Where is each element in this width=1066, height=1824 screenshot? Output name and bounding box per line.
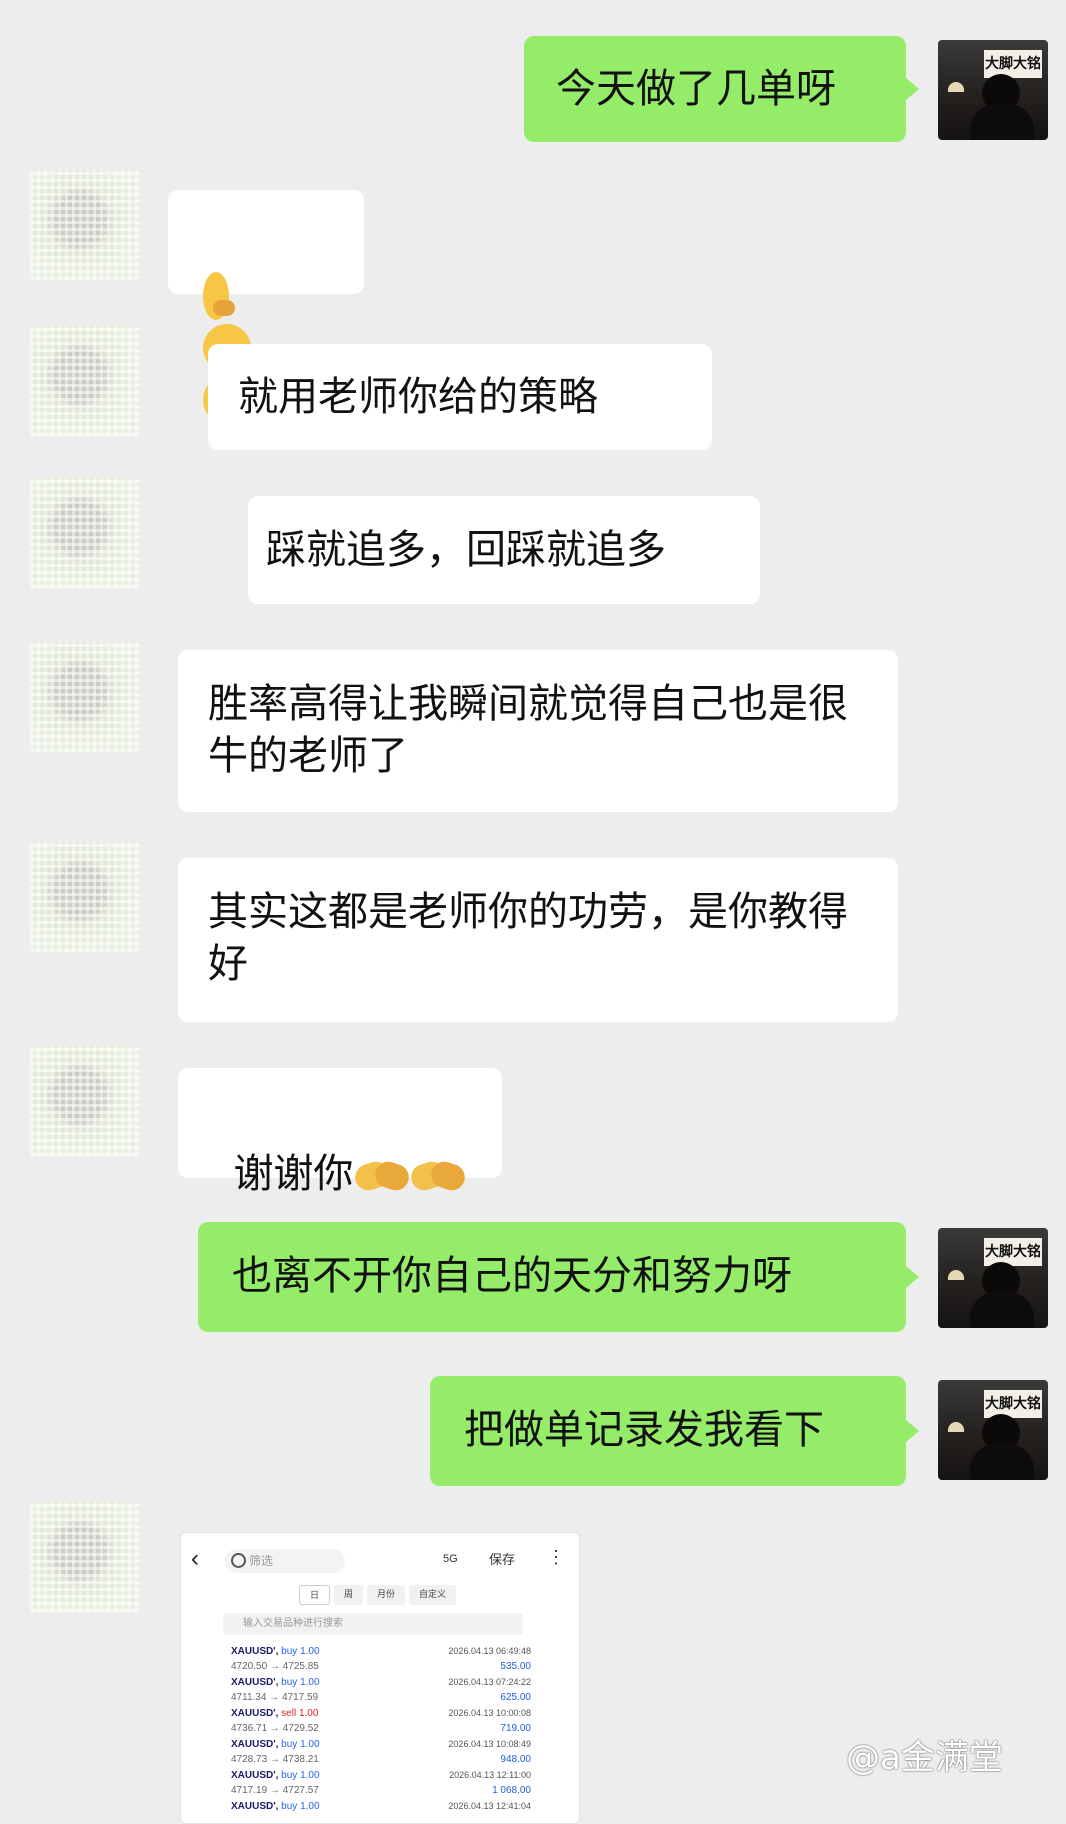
lamp (948, 1422, 964, 1432)
screenshot-topbar: ‹ 筛选 5G 保存 ⋮ (181, 1543, 579, 1579)
search-placeholder: 筛选 (249, 1554, 274, 1568)
screenshot-search: 筛选 (225, 1549, 345, 1573)
trade-profit: 1 068.00 (492, 1785, 531, 1796)
trade-symbol: XAUUSD', (231, 1677, 282, 1688)
more-icon: ⋮ (547, 1547, 565, 1567)
message-bubble-other[interactable]: 其实这都是老师你的功劳，是你教得好 (178, 858, 898, 1022)
avatar-sign: 大脚大铭 (984, 1238, 1042, 1266)
avatar-other[interactable] (30, 170, 140, 280)
trade-symbol: XAUUSD', (231, 1801, 282, 1812)
trade-profit: 719.00 (500, 1723, 531, 1734)
trade-profit: 535.00 (500, 1661, 531, 1672)
trade-side: buy 1.00 (281, 1646, 320, 1657)
trade-side: buy 1.00 (281, 1770, 320, 1781)
trade-prices: 4717.19 → 4727.57 (231, 1785, 319, 1796)
trade-row: XAUUSD', buy 1.00 2026.04.13 12:41:04 (231, 1800, 531, 1823)
message-bubble-other[interactable]: 谢谢你 (178, 1068, 502, 1197)
message-text: 谢谢你 (233, 1151, 354, 1197)
trade-symbol: XAUUSD', (231, 1739, 282, 1750)
trade-time: 2026.04.13 10:00:08 (448, 1708, 531, 1718)
lamp (948, 1270, 964, 1280)
lamp (948, 82, 964, 92)
trade-symbol: XAUUSD', (231, 1708, 282, 1719)
trade-time: 2026.04.13 12:11:00 (449, 1770, 531, 1780)
avatar-self[interactable]: 大脚大铭 (938, 40, 1048, 140)
trade-prices: 4720.50 → 4725.85 (231, 1661, 319, 1672)
trade-row: XAUUSD', buy 1.00 4720.50 → 4725.85 2026… (231, 1645, 531, 1676)
person-body (970, 104, 1034, 140)
message-bubble-other[interactable]: 就用老师你给的策略 (208, 344, 712, 450)
trade-side: buy 1.00 (281, 1677, 320, 1688)
screenshot-tabs: 日 周 月份 自定义 (299, 1585, 457, 1605)
signal-status: 5G (443, 1553, 458, 1565)
search-icon (231, 1553, 246, 1568)
person-body (970, 1444, 1034, 1480)
trade-side: buy 1.00 (281, 1739, 320, 1750)
trade-prices: 4728.73 → 4738.21 (231, 1754, 319, 1765)
trade-row: XAUUSD', buy 1.00 4711.34 → 4717.59 2026… (231, 1676, 531, 1707)
trade-row: XAUUSD', buy 1.00 4717.19 → 4727.57 2026… (231, 1769, 531, 1800)
trade-time: 2026.04.13 06:49:48 (448, 1646, 531, 1656)
trade-prices: 4736.71 → 4729.52 (231, 1723, 319, 1734)
trade-profit: 625.00 (500, 1692, 531, 1703)
avatar-self[interactable]: 大脚大铭 (938, 1228, 1048, 1328)
trade-time: 2026.04.13 10:08:49 (448, 1739, 531, 1749)
screenshot-filter: 输入交易品种进行搜索 (223, 1613, 523, 1635)
image-message-trade-history[interactable]: ‹ 筛选 5G 保存 ⋮ 日 周 月份 自定义 输入交易品种进行搜索 XAUUS… (180, 1532, 580, 1824)
avatar-other[interactable] (30, 642, 140, 752)
watermark: @a金满堂 (846, 1738, 1003, 1778)
trade-row: XAUUSD', sell 1.00 4736.71 → 4729.52 202… (231, 1707, 531, 1738)
bubble-tail (906, 1420, 919, 1442)
handshake-icon (408, 1157, 469, 1195)
tab-day: 日 (299, 1585, 331, 1605)
message-bubble-self[interactable]: 今天做了几单呀 (524, 36, 906, 142)
message-bubble-other[interactable]: 踩就追多，回踩就追多 (248, 496, 760, 604)
avatar-other[interactable] (30, 842, 140, 952)
avatar-other[interactable] (30, 1046, 140, 1156)
tab-custom: 自定义 (409, 1585, 457, 1605)
trade-profit: 948.00 (500, 1754, 531, 1765)
avatar-other[interactable] (30, 1502, 140, 1612)
message-bubble-emoji[interactable] (168, 190, 364, 424)
face-with-hand-over-mouth-icon (203, 272, 236, 320)
trade-prices: 4711.34 → 4717.59 (231, 1692, 319, 1703)
bubble-tail (906, 78, 919, 100)
trade-list: XAUUSD', buy 1.00 4720.50 → 4725.85 2026… (231, 1645, 531, 1823)
person-body (970, 1292, 1034, 1328)
chat-screen: { "messages": { "m1": "今天做了几单呀", "m3": "… (0, 0, 1066, 1824)
trade-row: XAUUSD', buy 1.00 4728.73 → 4738.21 2026… (231, 1738, 531, 1769)
message-bubble-other[interactable]: 胜率高得让我瞬间就觉得自己也是很牛的老师了 (178, 650, 898, 812)
back-icon: ‹ (191, 1545, 199, 1572)
handshake-icon (352, 1157, 413, 1195)
avatar-sign: 大脚大铭 (984, 50, 1042, 78)
trade-symbol: XAUUSD', (231, 1770, 282, 1781)
avatar-other[interactable] (30, 478, 140, 588)
trade-side: sell 1.00 (281, 1708, 319, 1719)
avatar-sign: 大脚大铭 (984, 1390, 1042, 1418)
tab-month: 月份 (367, 1585, 406, 1605)
message-bubble-self[interactable]: 把做单记录发我看下 (430, 1376, 906, 1486)
message-bubble-self[interactable]: 也离不开你自己的天分和努力呀 (198, 1222, 906, 1332)
trade-symbol: XAUUSD', (231, 1646, 282, 1657)
tab-week: 周 (334, 1585, 364, 1605)
save-label: 保存 (489, 1552, 516, 1567)
avatar-other[interactable] (30, 326, 140, 436)
trade-time: 2026.04.13 12:41:04 (448, 1801, 531, 1811)
trade-time: 2026.04.13 07:24:22 (448, 1677, 531, 1687)
avatar-self[interactable]: 大脚大铭 (938, 1380, 1048, 1480)
bubble-tail (906, 1266, 919, 1288)
trade-side: buy 1.00 (281, 1801, 320, 1812)
filter-placeholder: 输入交易品种进行搜索 (243, 1618, 343, 1629)
